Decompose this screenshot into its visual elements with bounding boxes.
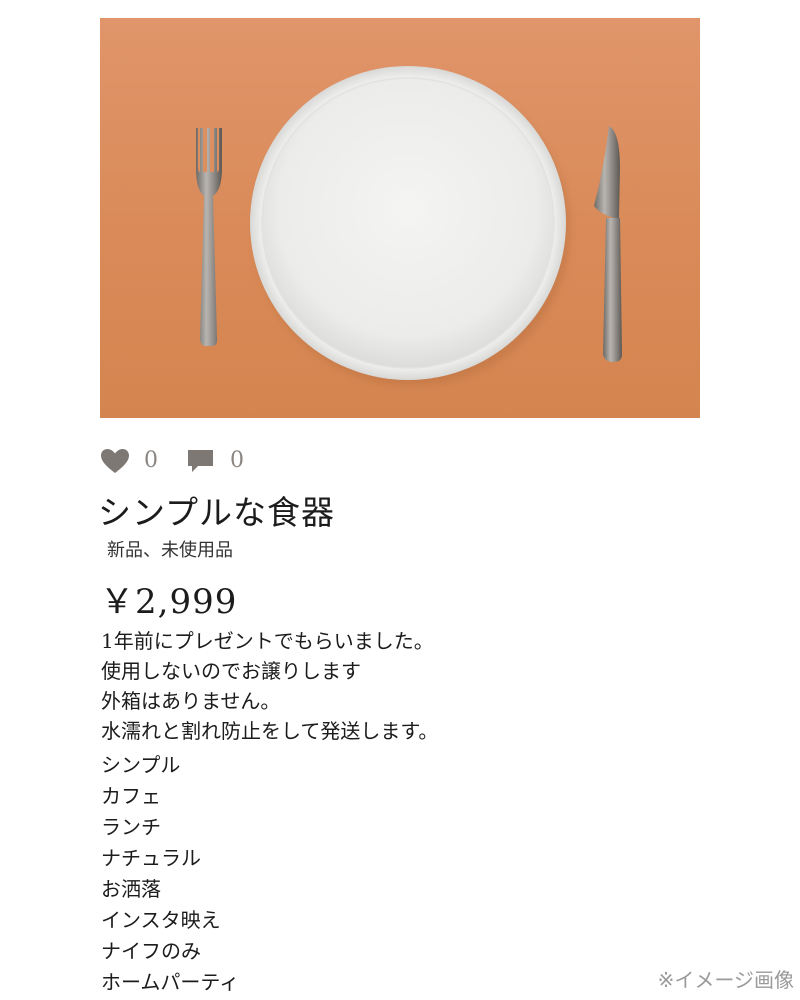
heart-icon [101,449,129,473]
comment-icon [188,450,213,472]
like-count: 0 [144,448,158,473]
image-note: ※イメージ画像 [657,968,794,992]
engagement-bar: 0 0 [100,446,272,476]
description-line: 水濡れと割れ防止をして発送します。 [101,719,439,743]
product-title: シンプルな食器 [98,493,336,532]
tag-item: インスタ映え [101,908,221,932]
tag-item: ランチ [101,815,161,839]
description-line: 1年前にプレゼントでもらいました。 [101,629,434,653]
fork-icon [196,128,222,346]
tag-item: カフェ [101,784,161,808]
description-line: 使用しないのでお譲りします [101,659,361,683]
tag-item: ホームパーティ [101,970,240,994]
like-button[interactable]: 0 [100,448,158,474]
tag-item: お洒落 [101,877,161,901]
knife-icon [594,126,622,362]
tag-item: シンプル [101,753,181,777]
tag-item: ナチュラル [101,846,201,870]
tag-item: ナイフのみ [101,939,201,963]
comment-button[interactable]: 0 [186,448,244,474]
product-description: 1年前にプレゼントでもらいました。 使用しないのでお譲りします 外箱はありません… [101,626,438,746]
product-condition: 新品、未使用品 [107,540,233,561]
comment-count: 0 [230,448,244,473]
product-photo[interactable] [100,18,700,418]
product-price: ￥2,999 [100,582,238,622]
plate-with-fork-and-knife-photo [196,66,622,386]
description-line: 外箱はありません。 [101,689,281,713]
tag-list: シンプル カフェ ランチ ナチュラル お洒落 インスタ映え ナイフのみ ホームパ… [101,750,239,998]
